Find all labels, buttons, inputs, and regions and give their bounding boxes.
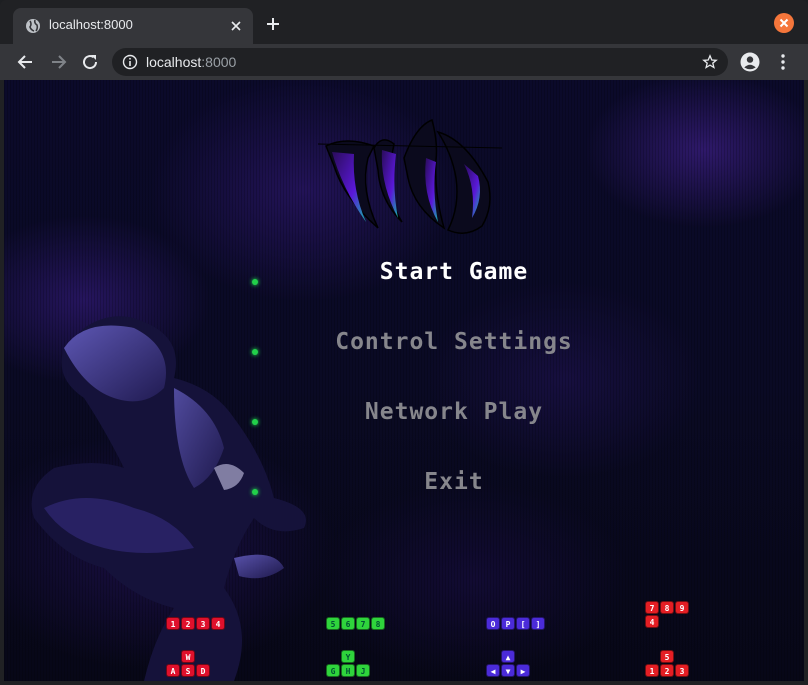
player4-move-keys: 5 1 2 3 (645, 650, 689, 678)
key: ◀ (486, 664, 500, 677)
key: P (501, 617, 515, 630)
player4-attack-keys: 7 8 9 4 (645, 601, 689, 629)
key: H (341, 664, 355, 677)
browser-window: localhost:8000 localhost:8000 Start Game… (0, 0, 808, 685)
player1-attack-keys: 1 2 3 4 (166, 617, 225, 631)
toolbar: localhost:8000 (0, 44, 808, 80)
key: 5 (660, 650, 674, 663)
key: 3 (675, 664, 689, 677)
key: 6 (341, 617, 355, 630)
key: D (196, 664, 210, 677)
menu-icon[interactable] (775, 52, 791, 72)
key: ▼ (501, 664, 515, 677)
info-icon[interactable] (122, 54, 138, 70)
key: 1 (645, 664, 659, 677)
address-bar[interactable]: localhost:8000 (112, 48, 728, 76)
profile-icon[interactable] (740, 52, 760, 72)
key: ] (531, 617, 545, 630)
key: 7 (645, 601, 659, 614)
player2-move-keys: Y G H J (326, 650, 370, 678)
key: 2 (660, 664, 674, 677)
star-icon[interactable] (702, 54, 718, 70)
key: ▲ (501, 650, 515, 663)
tab-strip: localhost:8000 (0, 0, 808, 44)
key: 2 (181, 617, 195, 630)
menu-start-game[interactable]: Start Game (254, 259, 654, 285)
reload-icon[interactable] (80, 52, 100, 72)
key: J (356, 664, 370, 677)
player2-attack-keys: 5 6 7 8 (326, 617, 385, 631)
key: 5 (326, 617, 340, 630)
player3-attack-keys: O P [ ] (486, 617, 545, 631)
key: S (181, 664, 195, 677)
forward-icon[interactable] (48, 52, 68, 72)
game-canvas[interactable]: Start Game Control Settings Network Play… (4, 80, 804, 681)
key: ▶ (516, 664, 530, 677)
key: 4 (645, 615, 659, 628)
menu-control-settings[interactable]: Control Settings (254, 329, 654, 355)
key: Y (341, 650, 355, 663)
menu-exit[interactable]: Exit (254, 469, 654, 495)
url-text: localhost:8000 (146, 54, 237, 70)
browser-tab[interactable]: localhost:8000 (13, 8, 253, 44)
tab-title: localhost:8000 (49, 17, 133, 32)
key: [ (516, 617, 530, 630)
key: 9 (675, 601, 689, 614)
menu-network-play[interactable]: Network Play (254, 399, 654, 425)
game-logo (317, 119, 503, 234)
close-icon (779, 18, 789, 28)
key: O (486, 617, 500, 630)
player3-move-keys: ▲ ◀ ▼ ▶ (486, 650, 530, 678)
key: W (181, 650, 195, 663)
plus-icon[interactable] (265, 16, 281, 32)
back-icon[interactable] (16, 52, 36, 72)
close-icon[interactable] (229, 19, 243, 33)
key: 8 (371, 617, 385, 630)
key: A (166, 664, 180, 677)
globe-icon (26, 19, 40, 33)
key: 7 (356, 617, 370, 630)
key: 4 (211, 617, 225, 630)
player1-move-keys: W A S D (166, 650, 210, 678)
key: 1 (166, 617, 180, 630)
key: G (326, 664, 340, 677)
key: 8 (660, 601, 674, 614)
key: 3 (196, 617, 210, 630)
window-close-button[interactable] (774, 13, 794, 33)
